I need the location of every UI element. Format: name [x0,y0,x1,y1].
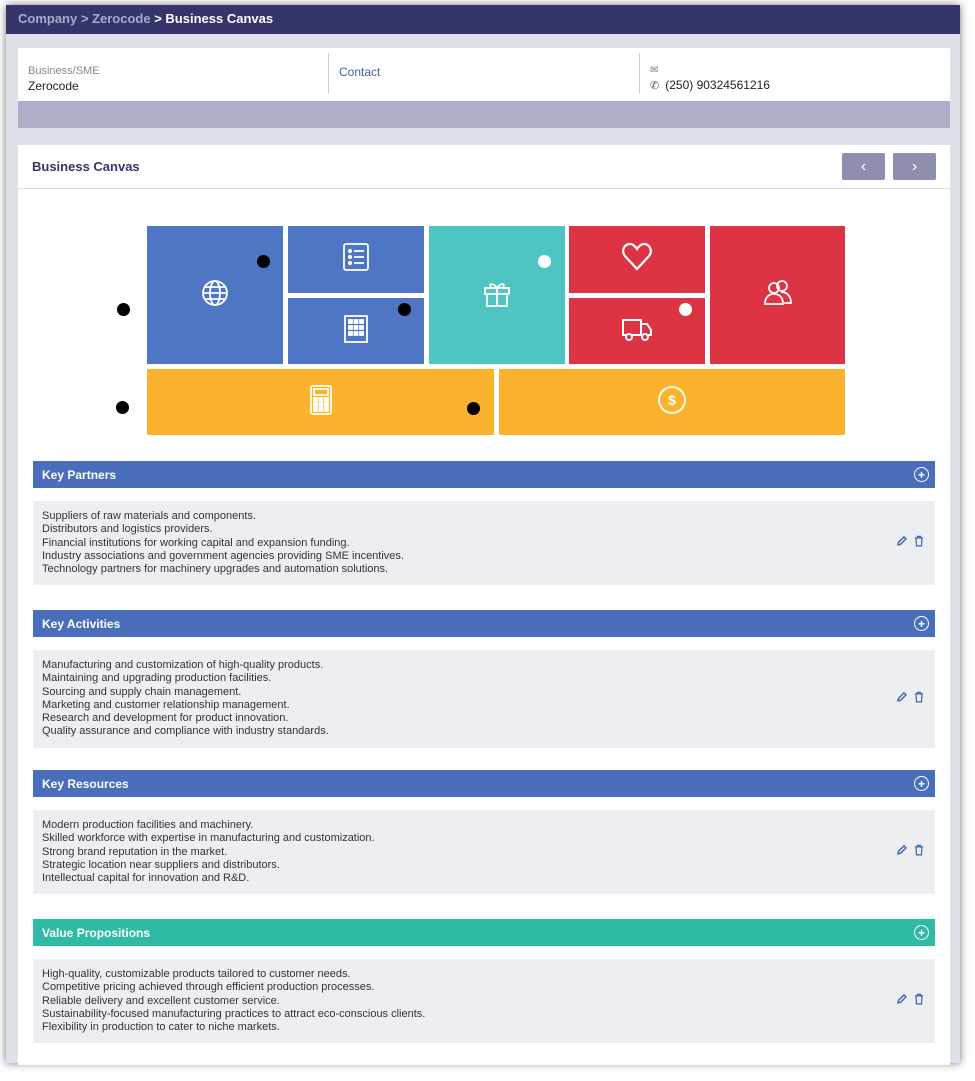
section-title: Key Partners [42,467,117,482]
list-item: High-quality, customizable products tail… [42,968,351,980]
list-item: Flexibility in production to cater to ni… [42,1021,280,1034]
breadcrumb: Company > Zerocode > Business Canvas [6,5,960,34]
section-value-propositions: Value Propositions + High-quality, custo… [33,919,935,1044]
marker-dot [679,303,692,316]
list-item: Manufacturing and customization of high-… [42,659,324,671]
calculator-icon [304,383,338,422]
breadcrumb-zerocode[interactable]: Zerocode [92,11,151,26]
business-info-bar: Business/SME Zerocode Contact ✉ ✆ (250) 9… [18,48,950,101]
section-header: Key Resources + [33,770,935,797]
business-canvas-panel: Business Canvas ‹ › $ Key Partners + Sup… [18,145,950,1065]
breadcrumb-separator: > [80,11,89,26]
phone-cell: ✉ ✆ (250) 90324561216 [640,53,950,93]
list-item: Maintaining and upgrading production fac… [42,672,272,685]
contact-link[interactable]: Contact [339,65,629,79]
list-item: Industry associations and government age… [42,549,404,562]
breadcrumb-current: > Business Canvas [154,11,274,26]
phone-number: (250) 90324561216 [665,78,770,92]
section-body: Modern production facilities and machine… [33,810,935,895]
canvas-grid: $ [18,145,950,445]
heart-icon [620,240,654,279]
section-body: Manufacturing and customization of high-… [33,650,935,748]
edit-icon[interactable] [896,844,908,860]
edit-icon[interactable] [896,691,908,707]
envelope-icon: ✉ [650,65,659,76]
list-icon [339,240,373,279]
value-propositions-tile[interactable] [429,226,565,364]
svg-text:$: $ [668,392,676,408]
section-title: Value Propositions [42,925,151,940]
list-item: Modern production facilities and machine… [42,819,254,831]
truck-icon [620,312,654,351]
key-activities-tile[interactable] [288,226,424,293]
revenue-streams-tile[interactable]: $ [499,369,845,435]
section-key-partners: Key Partners + Suppliers of raw material… [33,461,935,586]
row-actions [896,993,925,1009]
list-item: Marketing and customer relationship mana… [42,698,290,711]
list-item: Distributors and logistics providers. [42,523,213,536]
customer-segments-tile[interactable] [710,226,845,364]
marker-dot [257,255,270,268]
dollar-icon: $ [655,383,689,422]
breadcrumb-company[interactable]: Company [18,11,77,26]
cost-structure-tile[interactable] [147,369,494,435]
gift-icon [480,276,514,315]
list-item: Sustainability-focused manufacturing pra… [42,1007,426,1020]
business-label: Business/SME [28,65,100,77]
users-icon [761,276,795,315]
section-header: Key Activities + [33,610,935,637]
business-value: Zerocode [28,79,79,93]
add-circle-icon[interactable]: + [914,925,929,940]
add-circle-icon[interactable]: + [914,616,929,631]
key-partners-tile[interactable] [147,226,283,364]
add-circle-icon[interactable]: + [914,776,929,791]
list-item: Financial institutions for working capit… [42,536,350,549]
list-item: Competitive pricing achieved through eff… [42,981,375,994]
section-key-activities: Key Activities + Manufacturing and custo… [33,610,935,748]
section-body: Suppliers of raw materials and component… [33,501,935,586]
trash-icon[interactable] [913,993,925,1009]
list-item: Quality assurance and compliance with in… [42,725,329,738]
list-item: Suppliers of raw materials and component… [42,510,256,522]
row-actions [896,535,925,551]
building-icon [339,312,373,351]
add-circle-icon[interactable]: + [914,467,929,482]
business-cell: Business/SME Zerocode [18,53,329,93]
section-body: High-quality, customizable products tail… [33,959,935,1044]
trash-icon[interactable] [913,691,925,707]
list-item: Strategic location near suppliers and di… [42,858,280,871]
list-item: Intellectual capital for innovation and … [42,872,250,885]
edit-icon[interactable] [896,535,908,551]
section-header: Key Partners + [33,461,935,488]
marker-dot [467,402,480,415]
list-item: Sourcing and supply chain management. [42,685,242,698]
marker-dot [116,401,129,414]
section-title: Key Resources [42,776,129,791]
trash-icon[interactable] [913,844,925,860]
phone-row: ✆ (250) 90324561216 [650,78,940,92]
list-item: Strong brand reputation in the market. [42,845,228,858]
section-key-resources: Key Resources + Modern production facili… [33,770,935,895]
phone-icon: ✆ [650,80,660,92]
header-band [18,101,950,128]
contact-cell: Contact [329,53,640,93]
row-actions [896,691,925,707]
list-item: Research and development for product inn… [42,712,289,725]
list-item: Technology partners for machinery upgrad… [42,563,389,576]
list-item: Reliable delivery and excellent customer… [42,994,280,1007]
list-item: Skilled workforce with expertise in manu… [42,832,375,845]
section-header: Value Propositions + [33,919,935,946]
section-title: Key Activities [42,616,121,631]
edit-icon[interactable] [896,993,908,1009]
customer-relationships-tile[interactable] [569,226,705,293]
globe-icon [198,276,232,315]
row-actions [896,844,925,860]
trash-icon[interactable] [913,535,925,551]
marker-dot [538,255,551,268]
marker-dot [117,303,130,316]
marker-dot [398,303,411,316]
